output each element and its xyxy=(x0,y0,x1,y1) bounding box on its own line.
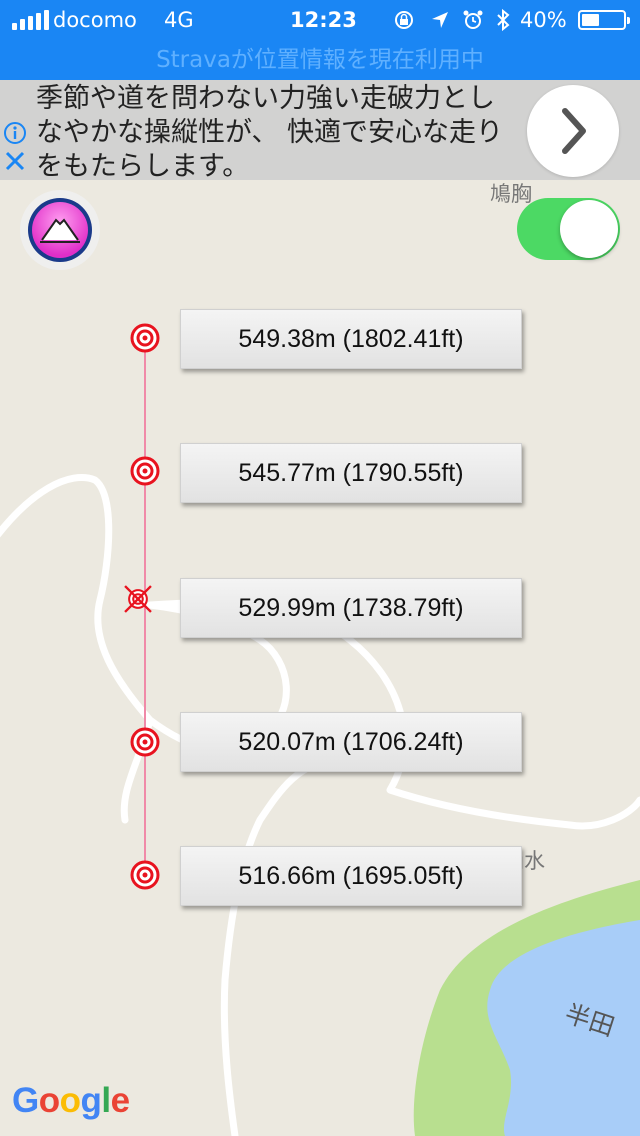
elevation-label[interactable]: 516.66m (1695.05ft) xyxy=(180,846,522,906)
battery-percent: 40% xyxy=(520,8,567,32)
app-screen: 鳩胸 涌水 半田 549.38m (1802.41ft) 545.77m (17… xyxy=(0,0,640,1136)
target-marker-icon[interactable] xyxy=(130,456,160,486)
status-bar: docomo 4G 12:23 40% xyxy=(0,0,640,40)
ad-open-button[interactable] xyxy=(527,85,619,177)
rotation-lock-icon xyxy=(395,11,413,29)
elevation-label[interactable]: 549.38m (1802.41ft) xyxy=(180,309,522,369)
toggle-knob xyxy=(560,200,618,258)
alarm-icon xyxy=(463,10,483,29)
bluetooth-icon xyxy=(497,8,510,32)
location-usage-banner[interactable]: Stravaが位置情報を現在利用中 xyxy=(0,40,640,80)
signal-icon xyxy=(12,10,49,30)
crossed-target-marker-icon[interactable] xyxy=(123,584,153,614)
mountain-button[interactable] xyxy=(20,190,100,270)
mountain-icon xyxy=(28,198,92,262)
google-logo: Google xyxy=(12,1081,130,1120)
info-icon[interactable] xyxy=(3,121,27,145)
location-arrow-icon xyxy=(432,12,448,28)
target-marker-icon[interactable] xyxy=(130,727,160,757)
network-type: 4G xyxy=(164,8,194,32)
battery-icon xyxy=(578,10,630,30)
elevation-label[interactable]: 520.07m (1706.24ft) xyxy=(180,712,522,772)
battery-level xyxy=(582,14,599,26)
target-marker-icon[interactable] xyxy=(130,323,160,353)
clock: 12:23 xyxy=(290,8,357,32)
target-marker-icon[interactable] xyxy=(130,860,160,890)
tracking-toggle[interactable] xyxy=(517,198,620,260)
carrier-name: docomo xyxy=(53,8,137,32)
chevron-right-icon xyxy=(562,108,586,154)
close-icon[interactable] xyxy=(2,148,28,174)
ad-text[interactable]: 季節や道を問わない力強い走破力としなやかな操縦性が、 快適で安心な走りをもたらし… xyxy=(36,82,506,184)
elevation-label[interactable]: 545.77m (1790.55ft) xyxy=(180,443,522,503)
elevation-label[interactable]: 529.99m (1738.79ft) xyxy=(180,578,522,638)
